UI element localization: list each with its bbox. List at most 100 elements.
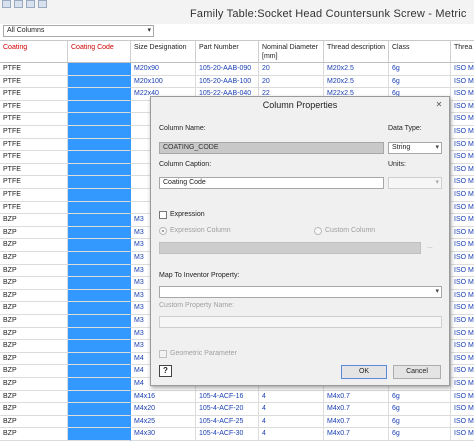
coating-code-cell[interactable]	[68, 75, 131, 89]
table-cell[interactable]: BZP	[0, 302, 68, 315]
table-cell[interactable]: 6g	[389, 415, 451, 429]
table-cell[interactable]: ISO M	[451, 365, 474, 378]
coating-code-cell[interactable]	[68, 315, 131, 328]
table-cell[interactable]: ISO M	[451, 139, 474, 152]
table-cell[interactable]: ISO M	[451, 252, 474, 265]
coating-code-cell[interactable]	[68, 126, 131, 139]
help-icon[interactable]: ?	[159, 365, 172, 377]
table-cell[interactable]: PTFE	[0, 201, 68, 215]
table-cell[interactable]: M4x20	[131, 403, 196, 416]
table-cell[interactable]: 105-4-ACF-25	[196, 415, 259, 429]
table-cell[interactable]: M4x0.7	[324, 390, 389, 404]
coating-code-cell[interactable]	[68, 277, 131, 290]
table-cell[interactable]: 6g	[389, 63, 451, 76]
table-cell[interactable]: 6g	[389, 428, 451, 441]
coating-code-cell[interactable]	[68, 226, 131, 240]
new-icon[interactable]	[2, 0, 11, 8]
coating-code-cell[interactable]	[68, 100, 131, 114]
table-cell[interactable]: 105-4-ACF-16	[196, 390, 259, 404]
coating-code-cell[interactable]	[68, 403, 131, 416]
table-cell[interactable]: ISO M	[451, 391, 474, 404]
cancel-button[interactable]: Cancel	[393, 365, 441, 379]
coating-code-cell[interactable]	[68, 415, 131, 429]
units-select[interactable]: ▾	[388, 177, 442, 189]
table-cell[interactable]: ISO M	[451, 176, 474, 189]
column-header[interactable]: Coating Code	[68, 41, 131, 63]
table-cell[interactable]: BZP	[0, 352, 68, 366]
custom-column-radio[interactable]	[314, 227, 322, 235]
expression-field[interactable]	[159, 242, 421, 254]
coating-code-cell[interactable]	[68, 340, 131, 353]
table-cell[interactable]: M20x90	[131, 63, 196, 76]
save-icon[interactable]	[26, 0, 35, 8]
table-cell[interactable]: 4	[259, 428, 324, 441]
table-cell[interactable]: 6g	[389, 75, 451, 89]
table-cell[interactable]: ISO M	[451, 113, 474, 126]
table-cell[interactable]: 4	[259, 403, 324, 416]
expression-checkbox[interactable]	[159, 211, 167, 219]
table-cell[interactable]: PTFE	[0, 189, 68, 202]
open-icon[interactable]	[14, 0, 23, 8]
coating-code-cell[interactable]	[68, 239, 131, 252]
expression-browse-button[interactable]: ...	[427, 243, 433, 250]
table-cell[interactable]: 20	[259, 75, 324, 89]
table-cell[interactable]: 105-4-ACF-20	[196, 403, 259, 416]
table-cell[interactable]: BZP	[0, 252, 68, 265]
table-cell[interactable]: BZP	[0, 415, 68, 429]
table-cell[interactable]: ISO M	[451, 340, 474, 353]
table-cell[interactable]: 20	[259, 63, 324, 76]
coating-code-cell[interactable]	[68, 289, 131, 303]
table-cell[interactable]: M4x0.7	[324, 403, 389, 416]
table-cell[interactable]: BZP	[0, 226, 68, 240]
coating-code-cell[interactable]	[68, 302, 131, 315]
table-cell[interactable]: M4x30	[131, 428, 196, 441]
table-cell[interactable]: PTFE	[0, 100, 68, 114]
table-cell[interactable]: ISO M	[451, 88, 474, 101]
table-cell[interactable]: BZP	[0, 277, 68, 290]
coating-code-cell[interactable]	[68, 63, 131, 76]
table-cell[interactable]: ISO M	[451, 378, 474, 391]
table-cell[interactable]: M4x25	[131, 415, 196, 429]
table-cell[interactable]: BZP	[0, 327, 68, 341]
ok-button[interactable]: OK	[341, 365, 387, 379]
data-type-select[interactable]: String ▾	[388, 142, 442, 154]
table-cell[interactable]: ISO M	[451, 63, 474, 76]
table-cell[interactable]: ISO M	[451, 277, 474, 290]
table-cell[interactable]: BZP	[0, 365, 68, 378]
table-cell[interactable]: ISO M	[451, 315, 474, 328]
table-cell[interactable]: PTFE	[0, 88, 68, 101]
table-cell[interactable]: ISO M	[451, 239, 474, 252]
table-cell[interactable]: 105-20-AAB-100	[196, 75, 259, 89]
geometric-parameter-checkbox[interactable]	[159, 350, 167, 358]
table-cell[interactable]: PTFE	[0, 113, 68, 126]
column-header[interactable]: Thread description	[324, 41, 389, 63]
column-header[interactable]: Size Designation	[131, 41, 196, 63]
column-caption-field[interactable]: Coating Code	[159, 177, 384, 189]
table-cell[interactable]: M4x0.7	[324, 428, 389, 441]
column-name-field[interactable]: COATING_CODE	[159, 142, 384, 154]
table-cell[interactable]: M20x100	[131, 75, 196, 89]
table-cell[interactable]: BZP	[0, 214, 68, 227]
coating-code-cell[interactable]	[68, 378, 131, 391]
coating-code-cell[interactable]	[68, 201, 131, 215]
table-cell[interactable]: BZP	[0, 239, 68, 252]
table-cell[interactable]: BZP	[0, 390, 68, 404]
table-cell[interactable]: ISO M	[451, 101, 474, 114]
table-cell[interactable]: PTFE	[0, 126, 68, 139]
table-cell[interactable]: ISO M	[451, 328, 474, 341]
undo-icon[interactable]	[38, 0, 47, 8]
custom-property-field[interactable]	[159, 316, 442, 328]
table-cell[interactable]: ISO M	[451, 189, 474, 202]
coating-code-cell[interactable]	[68, 176, 131, 189]
column-header[interactable]: Coating	[0, 41, 68, 63]
table-cell[interactable]: ISO M	[451, 202, 474, 215]
column-filter-dropdown[interactable]: All Columns ▾	[3, 25, 154, 37]
table-cell[interactable]: BZP	[0, 340, 68, 353]
column-header[interactable]: Part Number	[196, 41, 259, 63]
coating-code-cell[interactable]	[68, 264, 131, 278]
table-cell[interactable]: ISO M	[451, 416, 474, 429]
coating-code-cell[interactable]	[68, 390, 131, 404]
table-cell[interactable]: PTFE	[0, 75, 68, 89]
table-cell[interactable]: ISO M	[451, 151, 474, 164]
coating-code-cell[interactable]	[68, 428, 131, 441]
